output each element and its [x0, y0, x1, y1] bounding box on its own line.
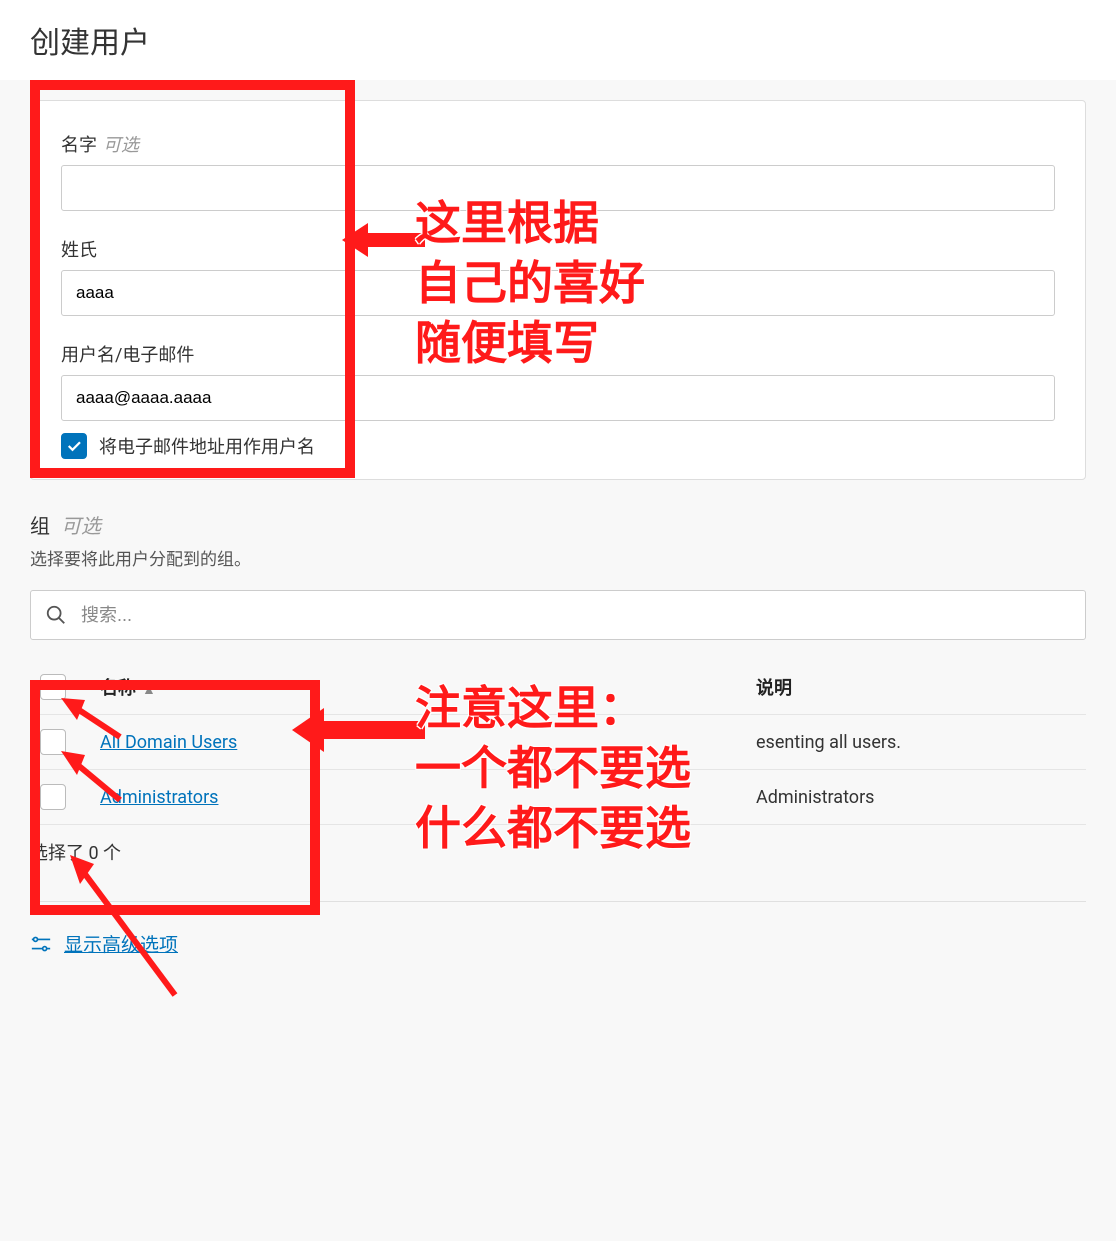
checkmark-icon — [65, 437, 83, 455]
first-name-optional: 可选 — [103, 135, 139, 156]
use-email-as-username-checkbox[interactable] — [61, 433, 87, 459]
group-desc: esenting all users. — [746, 715, 1086, 770]
groups-section: 组 可选 选择要将此用户分配到的组。 名称 ▲ 说明 — [30, 510, 1086, 871]
show-advanced-options-link[interactable]: 显示高级选项 — [64, 930, 178, 957]
last-name-input[interactable] — [61, 270, 1055, 316]
column-desc[interactable]: 说明 — [746, 660, 1086, 715]
column-name-text: 名称 — [100, 678, 136, 699]
column-name[interactable]: 名称 ▲ — [90, 660, 746, 715]
page-title: 创建用户 — [0, 0, 1116, 80]
group-link-administrators[interactable]: Administrators — [100, 787, 218, 808]
table-row: Administrators Administrators — [30, 770, 1086, 825]
last-name-label: 姓氏 — [61, 236, 1055, 262]
divider — [30, 901, 1086, 902]
username-input[interactable] — [61, 375, 1055, 421]
group-link-all-domain-users[interactable]: All Domain Users — [100, 732, 237, 753]
table-row: All Domain Users esenting all users. — [30, 715, 1086, 770]
sort-icon: ▲ — [142, 681, 156, 698]
row-checkbox[interactable] — [40, 729, 66, 755]
first-name-input[interactable] — [61, 165, 1055, 211]
groups-search-input[interactable] — [30, 590, 1086, 640]
groups-table: 名称 ▲ 说明 All Domain Users esenting all use… — [30, 660, 1086, 825]
groups-desc: 选择要将此用户分配到的组。 — [30, 545, 1086, 570]
groups-title: 组 可选 — [30, 510, 1086, 539]
first-name-label: 名字可选 — [61, 131, 1055, 157]
settings-icon — [30, 933, 52, 955]
username-label: 用户名/电子邮件 — [61, 341, 1055, 367]
groups-title-text: 组 — [30, 514, 50, 538]
group-desc: Administrators — [746, 770, 1086, 825]
first-name-label-text: 名字 — [61, 135, 97, 156]
row-checkbox[interactable] — [40, 784, 66, 810]
search-icon — [45, 604, 67, 626]
selected-count: 选择了 0 个 — [30, 825, 1086, 871]
groups-optional: 可选 — [61, 514, 101, 538]
user-info-panel: 名字可选 姓氏 用户名/电子邮件 将电子邮件地址用作用户名 — [30, 100, 1086, 480]
select-all-checkbox[interactable] — [40, 674, 66, 700]
use-email-as-username-label: 将电子邮件地址用作用户名 — [99, 433, 315, 459]
